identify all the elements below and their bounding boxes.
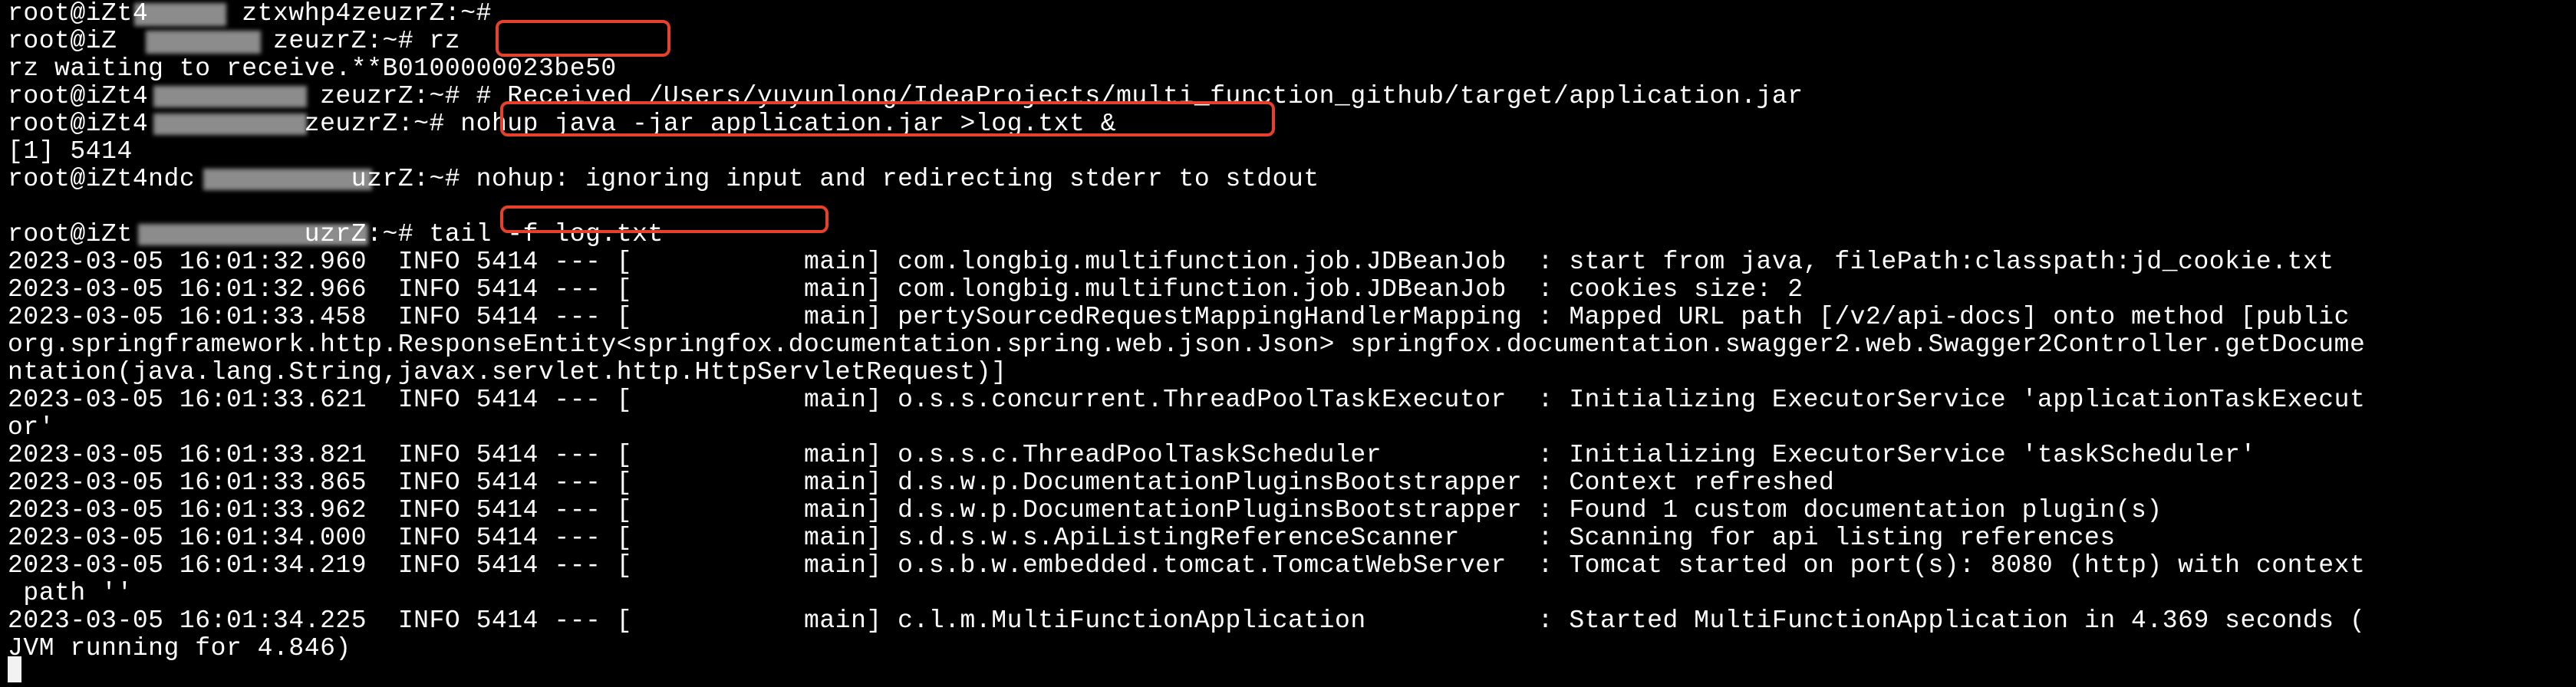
terminal-cursor xyxy=(8,656,21,682)
redacted-hostname-blur xyxy=(203,169,372,190)
highlight-box-tail xyxy=(500,205,828,233)
terminal-line: 2023-03-05 16:01:32.960 INFO 5414 --- [ … xyxy=(8,248,2334,276)
terminal-window[interactable]: root@iZt4 ztxwhp4zeuzrZ:~# root@iZ zeuzr… xyxy=(0,0,2576,687)
redacted-hostname-blur xyxy=(153,86,307,107)
redacted-hostname-blur xyxy=(153,113,307,135)
terminal-line: 2023-03-05 16:01:33.962 INFO 5414 --- [ … xyxy=(8,497,2163,524)
highlight-box-nohup xyxy=(500,101,1275,136)
terminal-line: root@iZt4 zeuzrZ:~# # Received /Users/yu… xyxy=(8,83,1804,110)
terminal-line: 2023-03-05 16:01:34.219 INFO 5414 --- [ … xyxy=(8,552,2366,580)
terminal-line: 2023-03-05 16:01:33.458 INFO 5414 --- [ … xyxy=(8,304,2350,331)
terminal-line: 2023-03-05 16:01:33.821 INFO 5414 --- [ … xyxy=(8,442,2256,469)
redacted-hostname-blur xyxy=(146,31,261,54)
terminal-line: or' xyxy=(8,414,55,442)
terminal-line: root@iZt4 ztxwhp4zeuzrZ:~# xyxy=(8,0,492,28)
terminal-line: root@iZt4 zeuzrZ:~# nohup java -jar appl… xyxy=(8,110,1117,138)
terminal-line: JVM running for 4.846) xyxy=(8,635,351,662)
terminal-line: rz waiting to receive.**B0100000023be50 xyxy=(8,55,617,83)
terminal-line: ntation(java.lang.String,javax.servlet.h… xyxy=(8,359,1007,386)
terminal-line: 2023-03-05 16:01:34.225 INFO 5414 --- [ … xyxy=(8,607,2366,635)
terminal-line: 2023-03-05 16:01:34.000 INFO 5414 --- [ … xyxy=(8,524,2116,552)
terminal-line: 2023-03-05 16:01:32.966 INFO 5414 --- [ … xyxy=(8,276,1804,304)
terminal-line: 2023-03-05 16:01:33.621 INFO 5414 --- [ … xyxy=(8,386,2366,414)
terminal-line: root@iZ zeuzrZ:~# rz xyxy=(8,28,461,55)
terminal-line: 2023-03-05 16:01:33.865 INFO 5414 --- [ … xyxy=(8,469,1835,497)
highlight-box-rz xyxy=(496,20,670,57)
redacted-hostname-blur xyxy=(138,224,368,245)
redacted-hostname-blur xyxy=(134,3,226,26)
terminal-line: [1] 5414 xyxy=(8,138,133,166)
terminal-line: root@iZt uzrZ:~# tail -f log.txt xyxy=(8,221,664,248)
terminal-line: root@iZt4ndc uzrZ:~# nohup: ignoring inp… xyxy=(8,166,1319,193)
terminal-output: root@iZt4 ztxwhp4zeuzrZ:~# root@iZ zeuzr… xyxy=(8,0,2570,662)
terminal-line: org.springframework.http.ResponseEntity<… xyxy=(8,331,2366,359)
terminal-line: path '' xyxy=(8,580,133,607)
